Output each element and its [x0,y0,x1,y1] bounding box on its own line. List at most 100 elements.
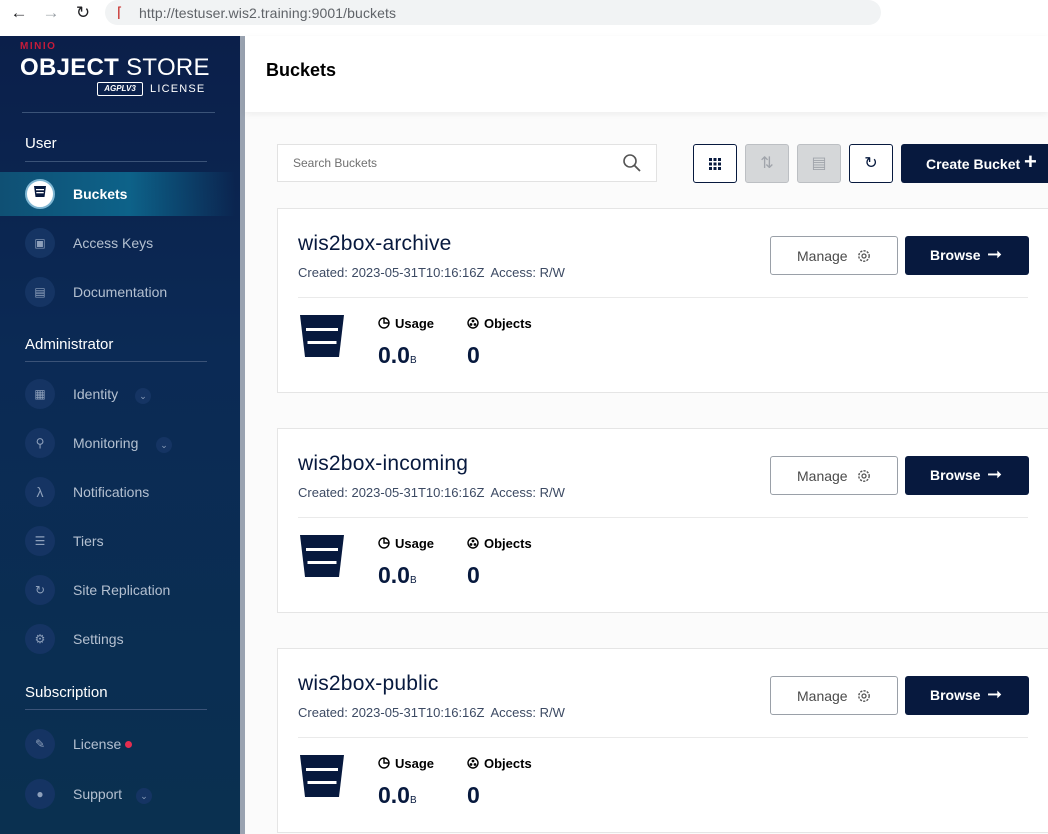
gear-icon [858,250,870,262]
create-bucket-label: Create Bucket [926,156,1021,172]
back-icon[interactable]: ← [8,4,30,22]
bucket-card: wis2box-archive Created: 2023-05-31T10:1… [277,208,1048,393]
objects-icon [467,757,479,769]
divider [298,737,1028,738]
browse-label: Browse [930,687,981,703]
alert-dot [125,741,132,748]
sidebar-item-support[interactable]: ● Support ⌄ [0,772,235,816]
sidebar-item-label: Notifications [73,484,150,500]
not-secure-icon[interactable]: ⌈ [117,4,122,21]
arrow-right-icon: ➞ [987,684,1003,704]
usage-label: Usage [378,756,434,771]
manage-button[interactable]: Manage [770,236,898,275]
set-lifecycle-button[interactable]: ▤ [797,144,841,183]
url-text[interactable]: http://testuser.wis2.training:9001/bucke… [139,5,396,21]
usage-value: 0.0B [378,782,417,808]
sidebar-item-documentation[interactable]: ▤ Documentation [0,270,235,314]
chevron-down-icon[interactable]: ⌄ [136,788,152,804]
bucket-icon [25,179,55,209]
refresh-button[interactable]: ↻ [849,144,893,183]
pie-chart-icon [378,317,390,329]
logo-brand: MINIO [20,41,57,52]
manage-button[interactable]: Manage [770,456,898,495]
plus-icon: + [1024,149,1037,174]
bucket-meta: Created: 2023-05-31T10:16:16Z Access: R/W [298,265,565,280]
usage-value: 0.0B [378,342,417,368]
sidebar-item-tiers[interactable]: ☰ Tiers [0,519,235,563]
usage-label: Usage [378,536,434,551]
bucket-card: wis2box-incoming Created: 2023-05-31T10:… [277,428,1048,613]
sidebar-item-site-replication[interactable]: ↻ Site Replication [0,568,235,612]
chevron-down-icon[interactable]: ⌄ [156,437,172,453]
gear-icon [858,470,870,482]
browse-button[interactable]: Browse ➞ [905,676,1029,715]
sidebar-item-label: Settings [73,631,124,647]
key-icon: ▣ [25,228,55,258]
sidebar-item-label: Monitoring [73,435,139,451]
divider [25,709,207,710]
bucket-name[interactable]: wis2box-archive [298,232,452,256]
manage-label: Manage [797,248,848,264]
support-icon: ● [25,779,55,809]
manage-button[interactable]: Manage [770,676,898,715]
objects-label: Objects [467,536,532,551]
sidebar-item-label: Support [73,786,123,802]
grid-view-button[interactable] [693,144,737,183]
replication-icon: ↻ [25,575,55,605]
bucket-icon [300,315,344,357]
search-input[interactable] [293,156,613,170]
lifecycle-icon: ▤ [811,155,827,172]
create-bucket-button[interactable]: Create Bucket + [901,144,1048,183]
usage-label: Usage [378,316,434,331]
divider [22,112,215,113]
search-box[interactable] [277,144,657,182]
bucket-name[interactable]: wis2box-public [298,672,439,696]
sidebar-item-label: Site Replication [73,582,171,598]
bucket-meta: Created: 2023-05-31T10:16:16Z Access: R/W [298,485,565,500]
sidebar-item-monitoring[interactable]: ⚲ Monitoring ⌄ [0,421,235,465]
sidebar-item-settings[interactable]: ⚙ Settings [0,617,235,661]
monitoring-icon: ⚲ [25,428,55,458]
chevron-down-icon[interactable]: ⌄ [135,388,151,404]
page-header: Buckets [245,36,1048,112]
settings-icon: ⚙ [25,624,55,654]
agpl-badge: AGPLV3 [97,82,143,96]
sidebar-item-license[interactable]: ✎ License [0,722,235,766]
objects-value: 0 [467,782,480,808]
divider [25,161,207,162]
logo-product: OBJECT STORE [20,54,210,81]
bucket-icon [300,755,344,797]
divider [298,517,1028,518]
sidebar-item-identity[interactable]: ▦ Identity ⌄ [0,372,235,416]
document-icon: ▤ [25,277,55,307]
objects-value: 0 [467,342,480,368]
section-title-user: User [25,135,57,152]
address-bar[interactable]: ⌈ http://testuser.wis2.training:9001/buc… [105,0,881,25]
browse-button[interactable]: Browse ➞ [905,236,1029,275]
browse-label: Browse [930,247,981,263]
set-replication-button[interactable]: ⇅ [745,144,789,183]
sidebar-item-label: Tiers [73,533,104,549]
manage-label: Manage [797,688,848,704]
browse-button[interactable]: Browse ➞ [905,456,1029,495]
forward-icon[interactable]: → [40,4,62,22]
sidebar-item-notifications[interactable]: λ Notifications [0,470,235,514]
reload-icon[interactable]: ↻ [72,4,94,22]
gear-icon [858,690,870,702]
license-icon: ✎ [25,729,55,759]
browser-toolbar: ← → ↻ ⌈ http://testuser.wis2.training:90… [0,0,1048,36]
grid-icon [709,158,721,170]
sidebar-item-label: Buckets [73,186,128,202]
identity-icon: ▦ [25,379,55,409]
bucket-name[interactable]: wis2box-incoming [298,452,468,476]
bucket-icon [300,535,344,577]
search-icon[interactable] [622,153,642,173]
pie-chart-icon [378,537,390,549]
arrow-right-icon: ➞ [987,244,1003,264]
sidebar-item-buckets[interactable]: Buckets [0,172,235,216]
sidebar-item-access-keys[interactable]: ▣ Access Keys [0,221,235,265]
sidebar: MINIO OBJECT STORE AGPLV3 LICENSE User B… [0,36,240,834]
bucket-card: wis2box-public Created: 2023-05-31T10:16… [277,648,1048,833]
bucket-meta: Created: 2023-05-31T10:16:16Z Access: R/W [298,705,565,720]
objects-icon [467,317,479,329]
